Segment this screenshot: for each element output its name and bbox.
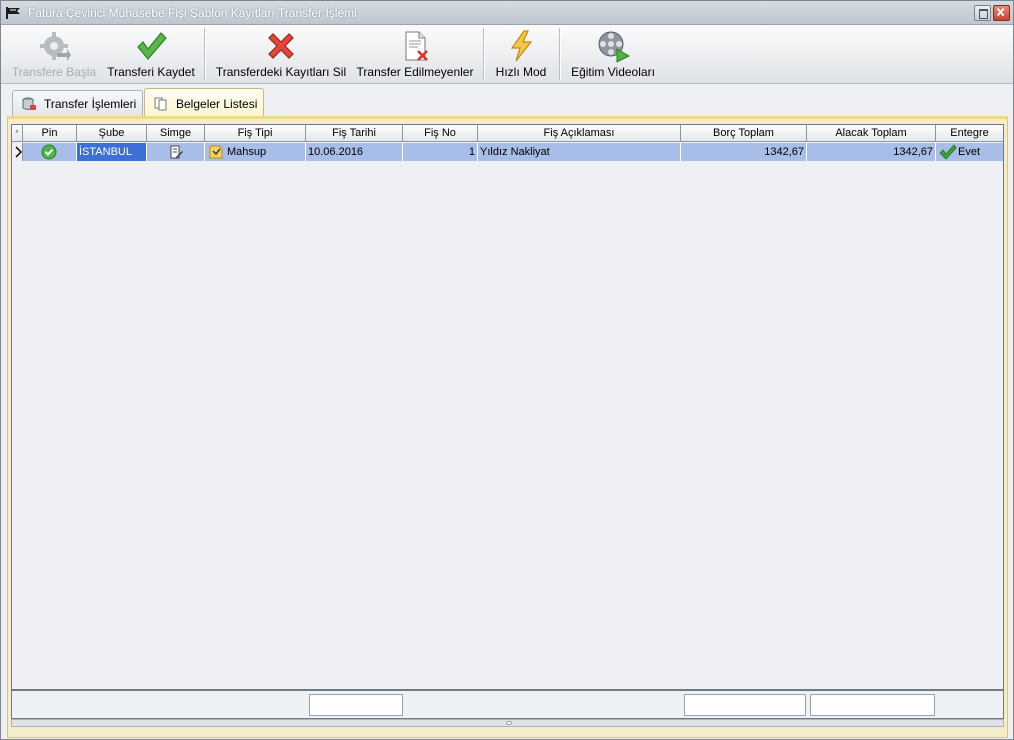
cell-simge[interactable] xyxy=(147,143,205,161)
close-icon xyxy=(996,8,1005,17)
tab-belgeler-listesi-label: Belgeler Listesi xyxy=(176,97,258,111)
database-icon xyxy=(22,97,36,110)
red-x-icon xyxy=(268,33,294,59)
main-window: Fatura Çevirici Muhasebe Fişi Şablon Kay… xyxy=(0,0,1014,740)
tab-transfer-islemleri-label: Transfer İşlemleri xyxy=(44,97,137,111)
checkmark-icon xyxy=(137,32,167,60)
documents-grid[interactable]: * Pin Şube Simge Fiş Tipi Fiş Tarihi Fiş… xyxy=(11,124,1004,690)
documents-icon xyxy=(154,97,167,111)
egitim-videolari-button[interactable]: Eğitim Videoları xyxy=(565,28,661,80)
cell-sube[interactable]: İSTANBUL xyxy=(77,143,147,161)
transferdeki-kayitlari-sil-label: Transferdeki Kayıtları Sil xyxy=(215,65,347,79)
transferdeki-kayitlari-sil-button[interactable]: Transferdeki Kayıtları Sil xyxy=(211,28,351,80)
title-bar[interactable]: Fatura Çevirici Muhasebe Fişi Şablon Kay… xyxy=(1,1,1013,25)
cell-borc-toplam[interactable]: 1342,67 xyxy=(681,143,807,161)
maximize-button[interactable] xyxy=(974,5,991,21)
table-row[interactable]: İSTANBUL Mahsup 10.06.2016 1 Yıldız Nakl… xyxy=(12,143,1003,161)
tab-strip: Transfer İşlemleri Belgeler Listesi xyxy=(1,85,1013,118)
toolbar-separator xyxy=(559,28,560,80)
cell-entegre[interactable]: Evet xyxy=(936,143,1003,161)
grid-header: * Pin Şube Simge Fiş Tipi Fiş Tarihi Fiş… xyxy=(12,125,1003,142)
cell-fis-no[interactable]: 1 xyxy=(403,143,478,161)
green-check-circle-icon xyxy=(41,144,57,160)
column-header-pin[interactable]: Pin xyxy=(23,125,77,142)
toolbar-separator xyxy=(204,28,205,80)
column-header-simge[interactable]: Simge xyxy=(147,125,205,142)
cell-fis-aciklamasi[interactable]: Yıldız Nakliyat xyxy=(478,143,681,161)
checkmark-icon xyxy=(939,144,957,160)
toolbar-separator xyxy=(483,28,484,80)
cell-pin[interactable] xyxy=(23,143,77,161)
column-header-sube[interactable]: Şube xyxy=(77,125,147,142)
toolbar: Transfere Başla Transferi Kaydet Transfe… xyxy=(1,25,1013,84)
belgeler-panel: * Pin Şube Simge Fiş Tipi Fiş Tarihi Fiş… xyxy=(7,116,1008,738)
close-button[interactable] xyxy=(993,5,1010,21)
row-indicator[interactable] xyxy=(12,143,23,161)
grid-summary-footer xyxy=(11,690,1004,719)
fis-tipi-text: Mahsup xyxy=(227,146,267,158)
transfer-edilmeyenler-label: Transfer Edilmeyenler xyxy=(356,65,474,79)
cell-fis-tipi[interactable]: Mahsup xyxy=(205,143,306,161)
column-header-borc-toplam[interactable]: Borç Toplam xyxy=(681,125,807,142)
app-flag-icon xyxy=(6,7,20,19)
cell-alacak-toplam[interactable]: 1342,67 xyxy=(807,143,936,161)
gear-transfer-icon xyxy=(40,32,71,61)
column-header-fis-tipi[interactable]: Fiş Tipi xyxy=(205,125,306,142)
receipt-type-icon xyxy=(209,145,223,159)
transfere-basla-label: Transfere Başla xyxy=(11,65,97,79)
document-pen-icon xyxy=(170,145,183,159)
row-arrow-icon xyxy=(15,146,22,158)
header-corner[interactable]: * xyxy=(12,125,23,142)
column-header-alacak-toplam[interactable]: Alacak Toplam xyxy=(807,125,936,142)
column-header-fis-aciklamasi[interactable]: Fiş Açıklaması xyxy=(478,125,681,142)
document-delete-icon xyxy=(405,31,428,61)
egitim-videolari-label: Eğitim Videoları xyxy=(571,65,655,79)
entegre-text: Evet xyxy=(958,146,981,158)
summary-fis-tarihi xyxy=(309,694,403,716)
scroll-grip-handle[interactable] xyxy=(506,721,512,725)
hizli-mod-button[interactable]: Hızlı Mod xyxy=(489,28,553,80)
column-header-fis-no[interactable]: Fiş No xyxy=(403,125,478,142)
summary-borc-toplam xyxy=(684,694,806,716)
summary-alacak-toplam xyxy=(810,694,935,716)
tab-transfer-islemleri[interactable]: Transfer İşlemleri xyxy=(12,90,143,116)
tab-belgeler-listesi[interactable]: Belgeler Listesi xyxy=(144,88,264,118)
window-title: Fatura Çevirici Muhasebe Fişi Şablon Kay… xyxy=(28,6,357,20)
column-header-entegre[interactable]: Entegre xyxy=(936,125,1003,142)
horizontal-scrollbar[interactable] xyxy=(11,719,1004,727)
transferi-kaydet-button[interactable]: Transferi Kaydet xyxy=(103,28,199,80)
transfere-basla-button[interactable]: Transfere Başla xyxy=(7,28,101,80)
film-reel-icon xyxy=(598,31,630,63)
transferi-kaydet-label: Transferi Kaydet xyxy=(107,65,195,79)
hizli-mod-label: Hızlı Mod xyxy=(495,65,547,79)
lightning-icon xyxy=(510,30,533,62)
transfer-edilmeyenler-button[interactable]: Transfer Edilmeyenler xyxy=(353,28,477,80)
column-header-fis-tarihi[interactable]: Fiş Tarihi xyxy=(306,125,403,142)
cell-fis-tarihi[interactable]: 10.06.2016 xyxy=(306,143,403,161)
